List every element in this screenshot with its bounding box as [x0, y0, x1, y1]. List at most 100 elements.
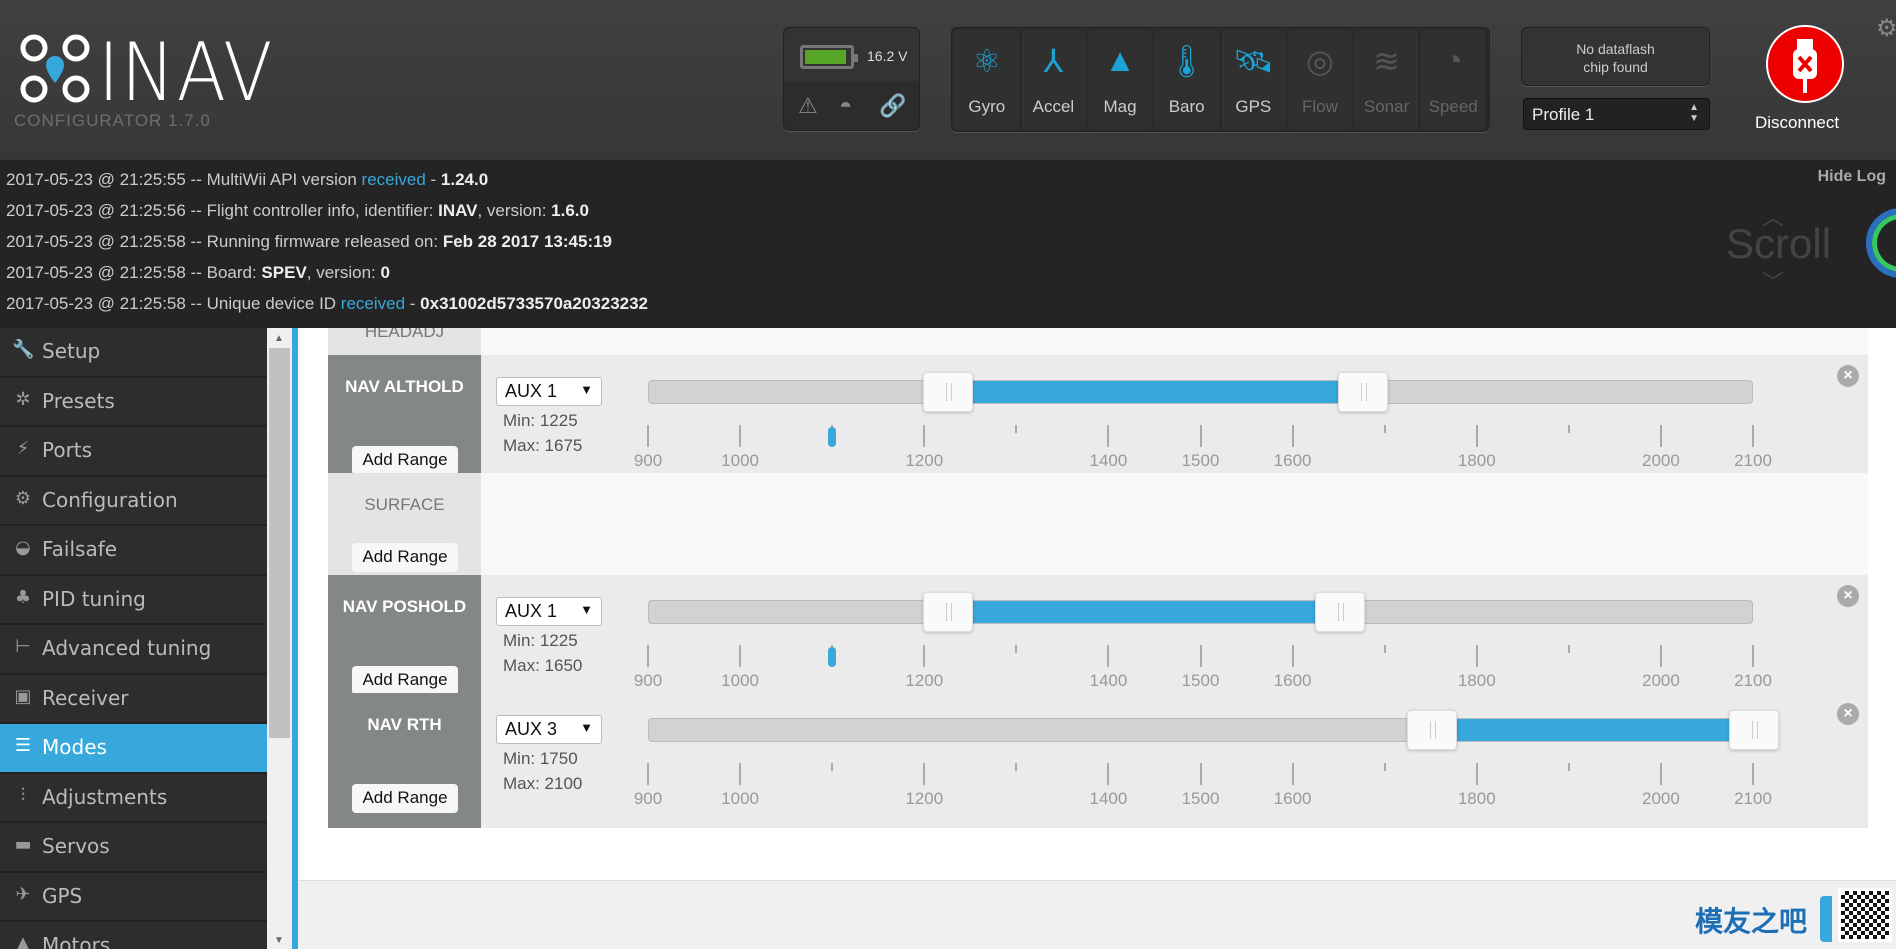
sidebar-item-pid-tuning[interactable]: ♣ PID tuning	[0, 576, 267, 625]
link-icon: 🔗	[879, 93, 907, 118]
scale-label: 1600	[1273, 451, 1312, 470]
remove-range-icon[interactable]: ×	[1837, 365, 1859, 387]
range-values: Min: 1750 Max: 2100	[503, 746, 582, 796]
gyro-icon: ⚛	[972, 43, 1002, 79]
scale-label: 1800	[1457, 671, 1496, 690]
mode-label-column: SURFACE Add Range	[328, 473, 481, 587]
range-max: Max: 2100	[503, 774, 583, 793]
range-slider[interactable]	[648, 372, 1753, 412]
sidebar-scrollbar-thumb[interactable]	[269, 348, 290, 738]
remove-range-icon[interactable]: ×	[1837, 585, 1859, 607]
range-max-handle[interactable]	[1337, 372, 1388, 412]
app-title: INAV	[98, 26, 275, 119]
scale-tick	[1659, 425, 1662, 447]
add-range-button[interactable]: Add Range	[352, 543, 458, 572]
sidebar-item-modes[interactable]: ☰ Modes	[0, 724, 267, 774]
scale-tick	[923, 645, 926, 667]
sidebar-item-presets[interactable]: ✲ Presets	[0, 378, 267, 427]
log-link[interactable]: received	[362, 170, 426, 189]
log-text: 2017-05-23 @ 21:25:56 -- Flight controll…	[6, 201, 439, 220]
sidebar-item-setup[interactable]: 🔧 Setup	[0, 328, 267, 378]
disconnect-button[interactable]	[1766, 25, 1844, 103]
dropdown-arrow-icon: ▼	[580, 602, 593, 617]
channel-select[interactable]: AUX 3 ▼	[496, 715, 602, 744]
scale-tick	[1383, 425, 1386, 433]
remove-range-icon[interactable]: ×	[1837, 703, 1859, 725]
scale-label: 1600	[1273, 789, 1312, 808]
sidebar-item-label: Ports	[42, 438, 93, 462]
log-value: 0	[380, 263, 390, 282]
scale-label: 1400	[1089, 671, 1128, 690]
range-fill	[1431, 719, 1754, 741]
sidebar-item-servos[interactable]: ▬ Servos	[0, 823, 267, 873]
scale-tick	[1752, 425, 1754, 447]
baro-icon: 🌡	[1166, 43, 1207, 79]
range-min-handle[interactable]	[923, 372, 974, 412]
log-value: 1.6.0	[551, 201, 589, 220]
profile-select[interactable]: Profile 1 ▲ ▼	[1523, 98, 1710, 130]
modes-content: HEADADJ Add Range NAV ALTHOLD Add Range AUX …	[298, 328, 1896, 880]
scale-label: 2100	[1734, 789, 1772, 808]
settings-gear-icon[interactable]: ⚙	[1876, 14, 1896, 43]
log-line: 2017-05-23 @ 21:25:56 -- Flight controll…	[6, 201, 589, 221]
inav-logo-icon	[20, 34, 90, 103]
scale-tick	[1567, 763, 1570, 771]
scale-tick	[1107, 763, 1110, 785]
channel-value: AUX 1	[505, 381, 558, 401]
sidebar-item-label: Advanced tuning	[42, 636, 212, 660]
channel-value: AUX 1	[505, 601, 558, 621]
loading-spinner-icon	[1866, 208, 1896, 278]
updown-arrows-icon: ▲ ▼	[1689, 102, 1699, 124]
log-text: 2017-05-23 @ 21:25:58 -- Unique device I…	[6, 294, 341, 313]
sidebar-item-receiver[interactable]: ▣ Receiver	[0, 675, 267, 724]
sonar-icon: ≋	[1373, 43, 1400, 79]
sidebar-item-configuration[interactable]: ⚙ Configuration	[0, 477, 267, 526]
scale-tick	[831, 763, 834, 771]
log-link[interactable]: received	[341, 294, 405, 313]
sidebar-item-adjustments[interactable]: ⫶ Adjustments	[0, 774, 267, 823]
sidebar-item-label: Servos	[42, 834, 110, 858]
add-range-button[interactable]: Add Range	[352, 446, 458, 475]
sidebar-item-ports[interactable]: ⚡ Ports	[0, 427, 267, 477]
mode-panel-nav-althold: NAV ALTHOLD Add Range AUX 1 ▼ Min: 1225 Max: …	[328, 355, 1868, 490]
sidebar-item-label: GPS	[42, 883, 83, 908]
scale-label: 1500	[1181, 789, 1220, 808]
qr-code	[1838, 888, 1892, 942]
failsafe-parachute-icon: ◓	[839, 93, 853, 118]
range-max-handle[interactable]	[1314, 592, 1365, 632]
scale-tick	[1015, 425, 1018, 433]
scroll-up-arrow-icon[interactable]: ▲	[274, 333, 284, 344]
scale-label: 900	[633, 451, 663, 470]
channel-position-marker	[828, 427, 837, 447]
scale-tick	[1659, 763, 1662, 785]
range-min-handle[interactable]	[923, 592, 974, 632]
wrench-icon: 🔧	[12, 339, 35, 360]
scale-label: 1400	[1089, 451, 1128, 470]
disconnect-label[interactable]: Disconnect	[1755, 113, 1839, 133]
battery-panel: 16.2 V ⚠ ◓ 🔗	[783, 27, 920, 131]
range-slider[interactable]	[648, 592, 1753, 632]
sidebar-item-motors[interactable]: ▲ Motors	[0, 922, 267, 949]
mode-label-column: NAV ALTHOLD Add Range	[328, 355, 481, 490]
sidebar-item-gps[interactable]: ✈ GPS	[0, 873, 267, 922]
range-values: Min: 1225 Max: 1650	[503, 628, 582, 678]
sidebar-item-advanced-tuning[interactable]: ⊢ Advanced tuning	[0, 625, 267, 675]
add-range-button[interactable]: Add Range	[352, 666, 458, 695]
range-max: Max: 1650	[503, 656, 583, 675]
sensor-speed: ◔ Speed	[1420, 30, 1487, 129]
hide-log-button[interactable]: Hide Log	[1818, 168, 1886, 186]
range-slider[interactable]	[648, 710, 1779, 750]
dataflash-status: No dataflash chip found	[1521, 27, 1710, 86]
mode-panel-nav-rth: NAV RTH Add Range AUX 3 ▼ Min: 1750 Max: 2100…	[328, 693, 1868, 828]
range-min-handle[interactable]	[1406, 710, 1457, 750]
channel-select[interactable]: AUX 1 ▼	[496, 377, 602, 406]
add-range-button[interactable]: Add Range	[352, 784, 458, 813]
range-max-handle[interactable]	[1729, 710, 1779, 750]
channel-select[interactable]: AUX 1 ▼	[496, 597, 602, 626]
sensor-mag: ▲ Mag	[1087, 30, 1154, 129]
sidebar-item-failsafe[interactable]: ◒ Failsafe	[0, 526, 267, 576]
scroll-down-arrow-icon[interactable]: ▼	[274, 935, 284, 946]
scale-label: 2100	[1734, 451, 1772, 470]
mode-label-column: NAV POSHOLD Add Range	[328, 575, 481, 710]
scale-tick	[739, 763, 742, 785]
